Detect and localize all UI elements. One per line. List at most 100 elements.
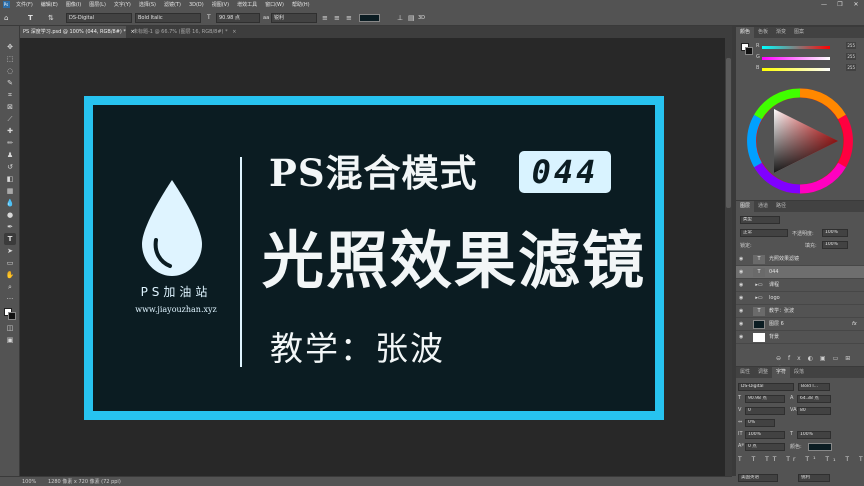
layer-row[interactable]: ◉ T 044 — [736, 266, 864, 279]
tab-swatches[interactable]: 色板 — [754, 27, 772, 38]
eye-icon[interactable]: ◉ — [739, 279, 743, 292]
char-leading[interactable]: 64.38 点 — [797, 395, 831, 403]
tab-color[interactable]: 颜色 — [736, 27, 755, 38]
menu-filter[interactable]: 滤镜(T) — [160, 1, 185, 8]
menu-type[interactable]: 文字(Y) — [110, 1, 135, 8]
tab-patterns[interactable]: 图案 — [790, 27, 808, 38]
dodge-tool-icon[interactable]: ● — [4, 209, 16, 221]
eye-icon[interactable]: ◉ — [739, 292, 743, 305]
tab-adjustments[interactable]: 调整 — [754, 367, 772, 378]
tab-layers[interactable]: 图层 — [736, 201, 755, 212]
layer-filter-select[interactable]: 类型 — [740, 216, 780, 224]
fx-badge[interactable]: fx — [852, 318, 857, 331]
char-hscale[interactable]: 100% — [797, 431, 831, 439]
char-baseline[interactable]: 0 点 — [745, 443, 785, 451]
tab-paths[interactable]: 路径 — [772, 201, 790, 212]
close-window-button[interactable]: ✕ — [850, 0, 862, 9]
lasso-tool-icon[interactable]: ◌ — [4, 65, 16, 77]
menu-select[interactable]: 选择(S) — [135, 1, 160, 8]
rectangle-tool-icon[interactable]: ▭ — [4, 257, 16, 269]
document-info[interactable]: 1280 像素 x 720 像素 (72 ppi) — [48, 477, 121, 486]
color-wheel[interactable] — [746, 87, 854, 195]
blur-tool-icon[interactable]: 💧 — [4, 197, 16, 209]
layer-row[interactable]: ◉ T 教学：张波 — [736, 305, 864, 318]
align-left-icon[interactable]: ≡ — [322, 12, 328, 24]
font-family-select[interactable]: DS-Digital — [66, 13, 132, 23]
eyedropper-icon[interactable]: ⟋ — [4, 113, 16, 125]
menu-view[interactable]: 视图(V) — [208, 1, 233, 8]
char-vscale[interactable]: 100% — [745, 431, 785, 439]
menu-plugins[interactable]: 增效工具 — [233, 1, 261, 8]
eraser-icon[interactable]: ◧ — [4, 173, 16, 185]
opacity-field[interactable]: 100% — [822, 229, 848, 237]
tab-channels[interactable]: 通道 — [754, 201, 772, 212]
tab-character[interactable]: 字符 — [772, 367, 791, 378]
clone-stamp-icon[interactable]: ♟ — [4, 149, 16, 161]
menu-window[interactable]: 窗口(W) — [261, 1, 288, 8]
background-color-swatch[interactable] — [8, 312, 16, 320]
font-size-field[interactable]: 90.98 点 — [216, 13, 260, 23]
tab-properties[interactable]: 属性 — [736, 367, 754, 378]
close-tab-icon[interactable]: × — [232, 29, 236, 35]
blend-mode-select[interactable]: 正常 — [740, 229, 788, 237]
menu-edit[interactable]: 编辑(E) — [37, 1, 62, 8]
brush-tool-icon[interactable]: ✏ — [4, 137, 16, 149]
bg-swatch[interactable] — [745, 47, 753, 55]
fill-field[interactable]: 100% — [822, 241, 848, 249]
char-tsume[interactable]: 0% — [745, 419, 775, 427]
anti-alias-select[interactable]: 锐利 — [271, 13, 317, 23]
tab-untitled-1[interactable]: 未标题-1 @ 66.7% (图层 16, RGB/8#) * × — [130, 26, 242, 38]
char-font-size[interactable]: 90.98 点 — [745, 395, 785, 403]
eye-icon[interactable]: ◉ — [739, 331, 743, 344]
type-tool-preset-icon[interactable]: T — [28, 12, 33, 24]
hand-tool-icon[interactable]: ✋ — [4, 269, 16, 281]
path-select-icon[interactable]: ➤ — [4, 245, 16, 257]
layer-row[interactable]: ◉ ▸▭ logo — [736, 292, 864, 305]
align-right-icon[interactable]: ≡ — [346, 12, 352, 24]
minimize-button[interactable]: — — [818, 0, 830, 9]
slider-g[interactable]: G 255 — [756, 53, 856, 62]
gradient-tool-icon[interactable]: ▦ — [4, 185, 16, 197]
layer-row[interactable]: ◉ ▸▭ 课程 — [736, 279, 864, 292]
menu-image[interactable]: 图像(I) — [62, 1, 85, 8]
char-anti-alias[interactable]: 锐利 — [798, 474, 830, 482]
font-style-select[interactable]: Bold Italic — [135, 13, 201, 23]
move-tool-icon[interactable]: ✥ — [4, 41, 16, 53]
3d-icon[interactable]: 3D — [418, 12, 425, 24]
type-tool-icon[interactable]: T — [4, 233, 16, 245]
menu-file[interactable]: 文件(F) — [12, 1, 37, 8]
history-brush-icon[interactable]: ↺ — [4, 161, 16, 173]
toggle-orientation-icon[interactable]: ⇅ — [48, 12, 54, 24]
layer-row[interactable]: ◉ 图层 6 fx — [736, 318, 864, 331]
quick-mask-icon[interactable]: ◫ — [4, 322, 16, 334]
eye-icon[interactable]: ◉ — [739, 318, 743, 331]
align-center-icon[interactable]: ≡ — [334, 12, 340, 24]
scrollbar-thumb[interactable] — [726, 58, 731, 208]
more-tools-icon[interactable]: ··· — [4, 293, 16, 305]
character-panel-icon[interactable]: ▤ — [408, 12, 415, 24]
screen-mode-icon[interactable]: ▣ — [4, 334, 16, 346]
frame-tool-icon[interactable]: ⊠ — [4, 101, 16, 113]
char-font-style[interactable]: Bold I... — [798, 383, 830, 391]
tab-gradients[interactable]: 渐变 — [772, 27, 790, 38]
warp-text-icon[interactable]: ⊥ — [397, 12, 403, 24]
layer-row[interactable]: ◉ T 光照效果滤镜 — [736, 253, 864, 266]
quick-select-icon[interactable]: ✎ — [4, 77, 16, 89]
slider-b[interactable]: B 255 — [756, 64, 856, 73]
zoom-level[interactable]: 100% — [22, 477, 36, 486]
tab-paragraph[interactable]: 段落 — [790, 367, 808, 378]
eye-icon[interactable]: ◉ — [739, 253, 743, 266]
menu-layer[interactable]: 图层(L) — [85, 1, 110, 8]
zoom-tool-icon[interactable]: ⌕ — [4, 281, 16, 293]
home-icon[interactable]: ⌂ — [4, 12, 8, 24]
eye-icon[interactable]: ◉ — [739, 305, 743, 318]
tab-ps-deep-learning[interactable]: PS 深度学习.psd @ 100% (044, RGB/8#) * × — [20, 26, 135, 38]
restore-button[interactable]: ❐ — [834, 0, 846, 9]
eye-icon[interactable]: ◉ — [739, 266, 743, 279]
layer-row[interactable]: ◉ 背景 — [736, 331, 864, 344]
char-font-family[interactable]: DS-Digital — [738, 383, 794, 391]
text-style-buttons[interactable]: T T TT Tr T¹ T₁ T T — [738, 456, 864, 463]
menu-3d[interactable]: 3D(D) — [185, 2, 208, 8]
healing-brush-icon[interactable]: ✚ — [4, 125, 16, 137]
char-language[interactable]: 美国英语 — [738, 474, 778, 482]
